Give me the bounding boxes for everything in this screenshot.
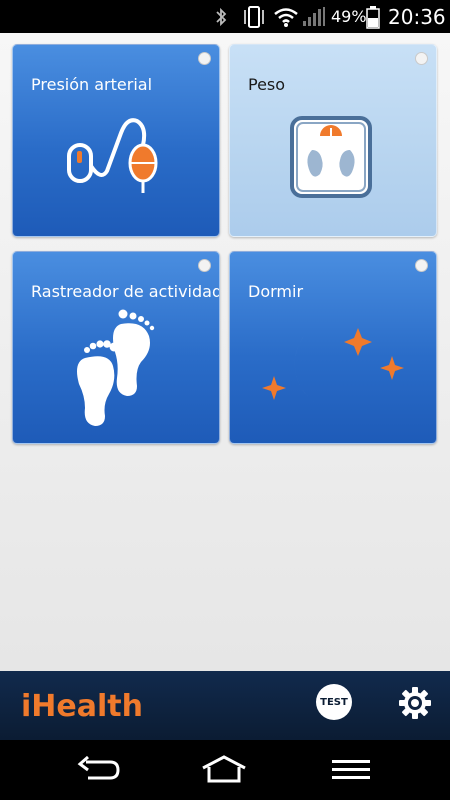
status-bar: 49% 20:36 <box>0 0 450 33</box>
main-content: Presión arterial Peso Rastreador de acti… <box>0 33 450 692</box>
tile-activity-tracker[interactable]: Rastreador de actividad <box>12 251 220 444</box>
tile-label: Rastreador de actividad <box>31 282 220 301</box>
home-button[interactable] <box>200 754 248 786</box>
tile-label: Peso <box>248 75 286 94</box>
settings-button[interactable] <box>398 686 432 720</box>
tile-weight[interactable]: Peso <box>229 44 437 237</box>
tile-select-radio[interactable] <box>415 259 428 272</box>
app-bar: iHealth <box>0 671 450 740</box>
brand-logo: iHealth <box>21 689 143 724</box>
wifi-icon <box>273 0 299 33</box>
back-icon <box>77 756 120 780</box>
battery-percent: 49% <box>331 7 367 26</box>
battery-icon <box>366 0 380 33</box>
tile-label: Presión arterial <box>31 75 153 94</box>
tile-select-radio[interactable] <box>198 52 211 65</box>
tile-label: Dormir <box>248 282 304 301</box>
scale-icon <box>290 116 372 198</box>
moon-stars-icon <box>262 326 404 412</box>
blood-pressure-icon <box>67 118 158 193</box>
menu-icon <box>332 760 370 779</box>
gear-icon <box>399 687 431 719</box>
clock: 20:36 <box>388 4 446 29</box>
test-button[interactable]: TEST <box>316 684 352 720</box>
tile-sleep[interactable]: Dormir <box>229 251 437 444</box>
tile-select-radio[interactable] <box>198 259 211 272</box>
signal-icon <box>302 0 326 33</box>
bluetooth-icon <box>214 0 228 33</box>
test-button-label: TEST <box>320 696 348 708</box>
back-button[interactable] <box>76 754 122 786</box>
tile-blood-pressure[interactable]: Presión arterial <box>12 44 220 237</box>
tile-select-radio[interactable] <box>415 52 428 65</box>
footprints-icon <box>77 309 155 426</box>
vibrate-icon <box>242 0 266 33</box>
home-icon <box>202 755 246 783</box>
menu-button[interactable] <box>331 754 371 786</box>
